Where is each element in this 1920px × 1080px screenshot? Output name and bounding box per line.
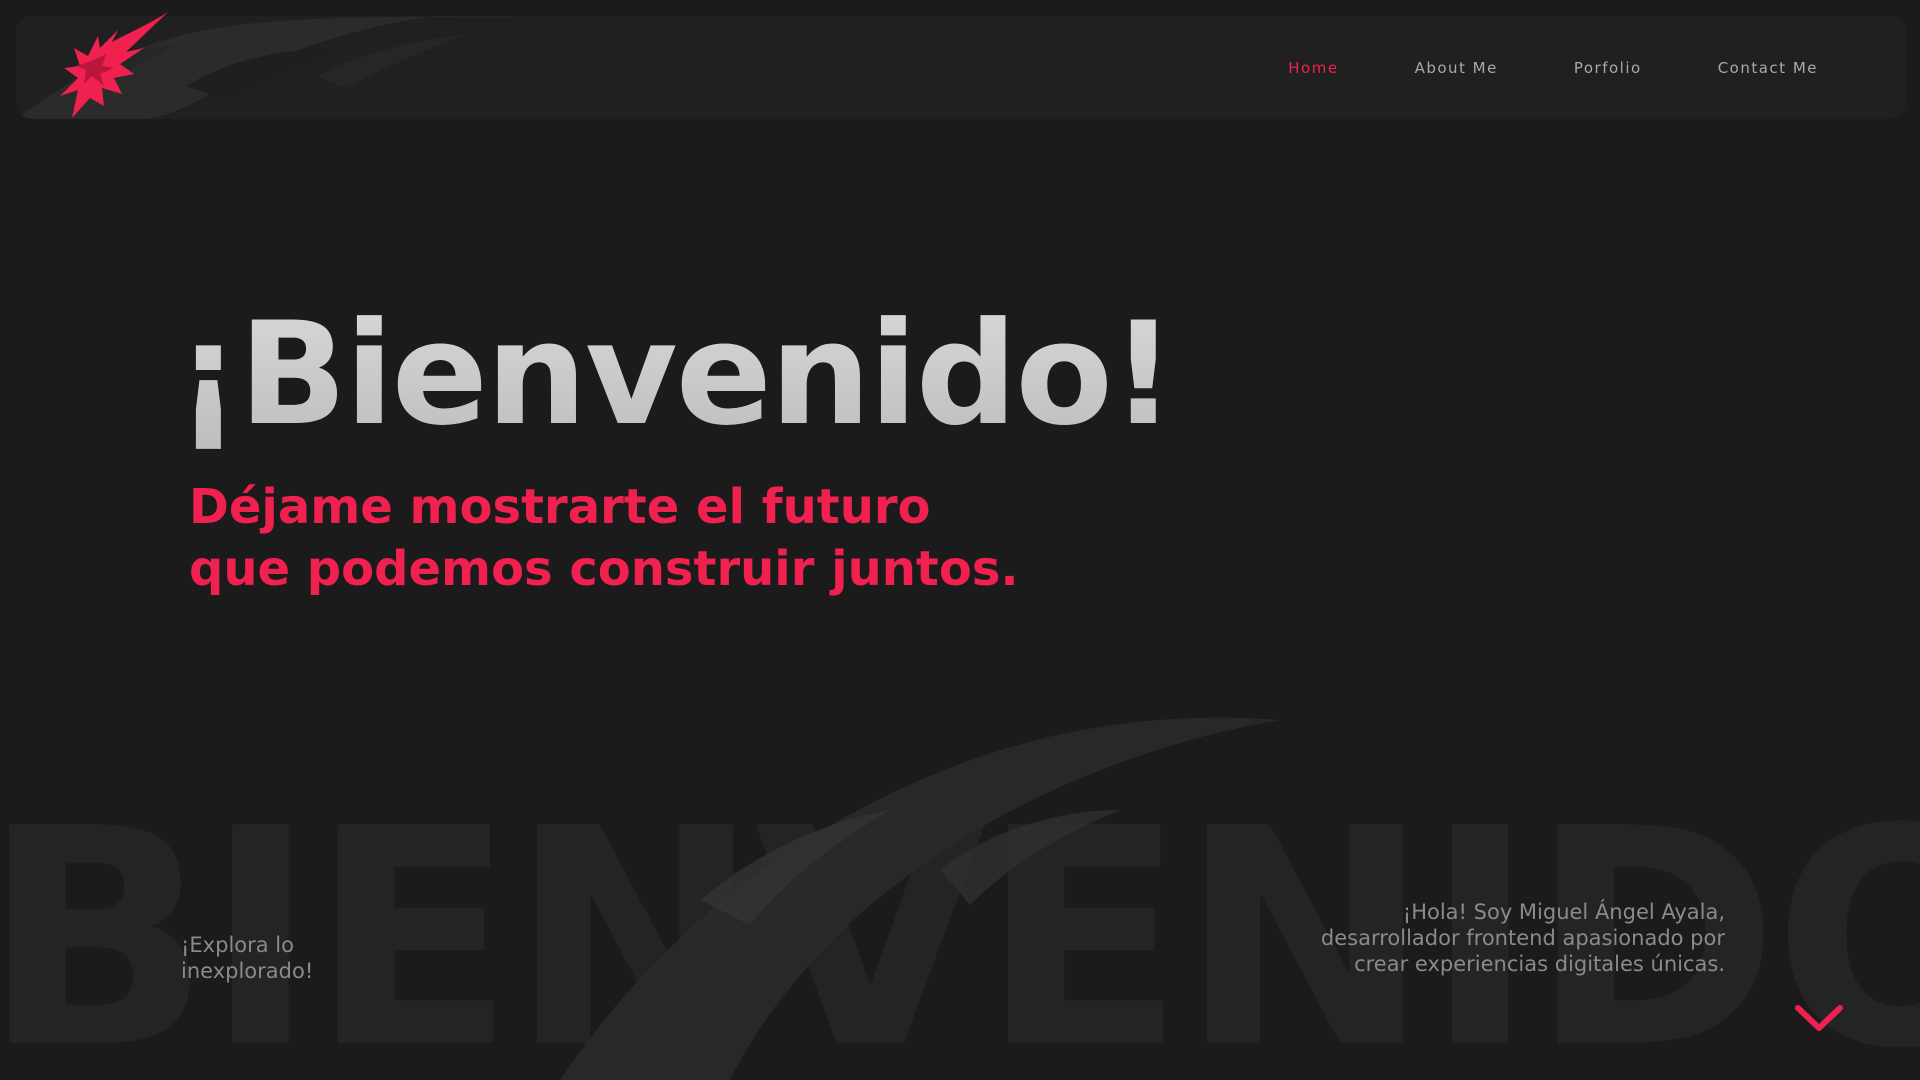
nav-home-link[interactable]: Home <box>1288 59 1338 77</box>
chevron-down-icon[interactable] <box>1793 1000 1845 1036</box>
explore-tagline: ¡Explora lo inexplorado! <box>181 932 313 984</box>
red-claw-logo-icon[interactable] <box>34 8 176 128</box>
brush-swoosh-decoration-large <box>560 717 1280 1080</box>
explore-line-2: inexplorado! <box>181 959 314 983</box>
hero-subtitle-line-1: Déjame mostrarte el futuro <box>189 479 931 535</box>
landing-page: Home About Me Porfolio Contact Me ¡Bienv… <box>0 0 1920 1080</box>
intro-line-3: crear experiencias digitales únicas. <box>1354 952 1725 976</box>
nav-contact-link[interactable]: Contact Me <box>1718 59 1818 77</box>
hero-subtitle-line-2: que podemos construir juntos. <box>189 541 1019 597</box>
intro-text: ¡Hola! Soy Miguel Ángel Ayala, desarroll… <box>1321 899 1725 977</box>
explore-line-1: ¡Explora lo <box>181 933 294 957</box>
hero-title: ¡Bienvenido! <box>176 290 1176 460</box>
nav-about-link[interactable]: About Me <box>1415 59 1498 77</box>
nav-portfolio-link[interactable]: Porfolio <box>1574 59 1642 77</box>
intro-line-1: ¡Hola! Soy Miguel Ángel Ayala, <box>1402 900 1725 924</box>
hero-subtitle: Déjame mostrarte el futuro que podemos c… <box>189 476 1089 600</box>
main-nav: Home About Me Porfolio Contact Me <box>1212 16 1818 119</box>
intro-line-2: desarrollador frontend apasionado por <box>1320 926 1725 950</box>
